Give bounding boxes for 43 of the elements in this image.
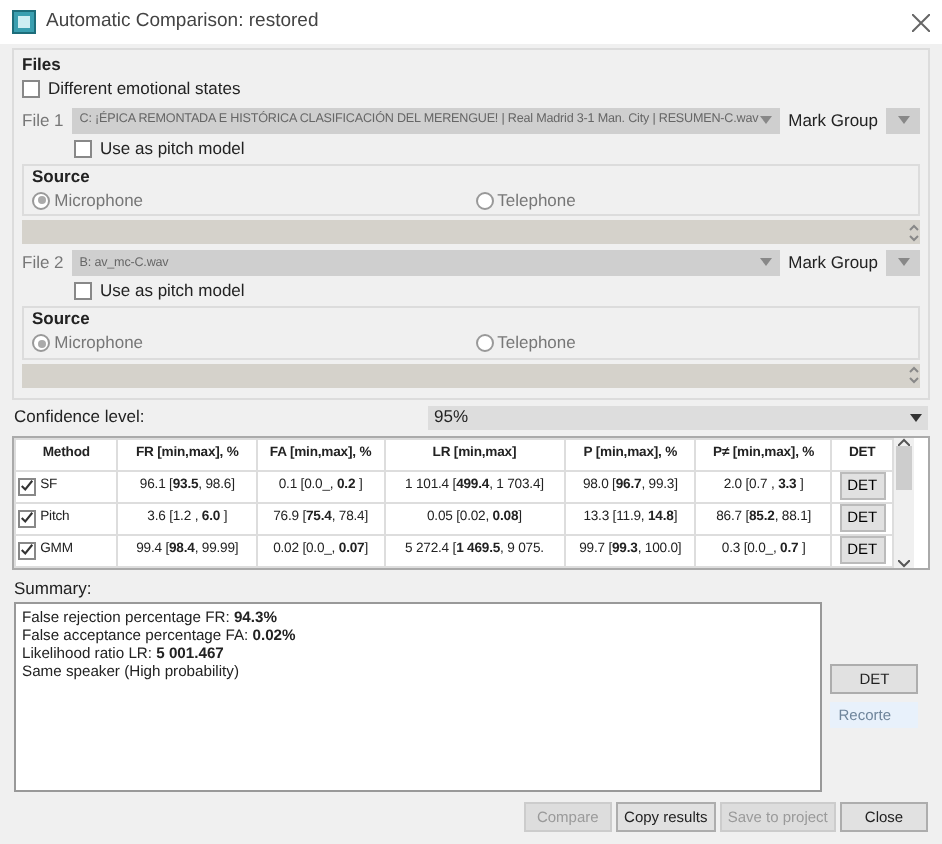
mark-group-dropdown[interactable] bbox=[886, 249, 920, 276]
radio-label: Telephone bbox=[497, 332, 576, 354]
app-icon bbox=[12, 10, 36, 34]
group-title: Source bbox=[32, 166, 92, 187]
caret-icon bbox=[760, 116, 773, 125]
checkbox-label: Use as pitch model bbox=[100, 138, 245, 159]
field-label: Mark Group bbox=[788, 110, 878, 131]
group-title: Source bbox=[32, 308, 92, 330]
radio-label: Telephone bbox=[497, 190, 576, 211]
section-label: Summary: bbox=[14, 577, 94, 598]
checkbox[interactable] bbox=[18, 541, 36, 560]
radio-button[interactable] bbox=[475, 191, 493, 210]
scroll-up-icon[interactable] bbox=[898, 437, 910, 446]
dropdown-value: 95% bbox=[434, 406, 469, 428]
caret-icon bbox=[910, 413, 922, 422]
window-title: Automatic Comparison: restored bbox=[46, 10, 319, 34]
radio-label: Microphone bbox=[54, 332, 144, 354]
checkbox[interactable] bbox=[18, 477, 36, 496]
field-label: Mark Group bbox=[788, 252, 878, 273]
radio-button[interactable] bbox=[32, 191, 50, 210]
radio-button[interactable] bbox=[32, 334, 50, 353]
radio-label: Microphone bbox=[54, 190, 144, 211]
caret-icon bbox=[897, 116, 909, 125]
group-title: Files bbox=[22, 54, 63, 75]
confidence-dropdown[interactable]: 95% bbox=[428, 405, 928, 430]
field-label: File 2 bbox=[22, 252, 64, 273]
scroll-down-icon[interactable] bbox=[898, 559, 910, 568]
field-label: File 1 bbox=[22, 110, 64, 131]
close-icon[interactable] bbox=[912, 13, 930, 31]
scrollbar[interactable] bbox=[894, 437, 914, 568]
mark-group-dropdown[interactable] bbox=[886, 107, 920, 134]
caret-icon bbox=[897, 258, 909, 267]
caret-icon bbox=[760, 258, 773, 267]
checkbox[interactable] bbox=[74, 281, 92, 300]
radio-button[interactable] bbox=[475, 334, 493, 353]
spinner-icon bbox=[908, 223, 920, 242]
checkbox-label: Use as pitch model bbox=[100, 280, 245, 301]
checkbox[interactable] bbox=[18, 509, 36, 528]
checkbox-label: Different emotional states bbox=[48, 78, 241, 99]
checkbox[interactable] bbox=[74, 139, 92, 158]
checkbox[interactable] bbox=[22, 79, 40, 98]
field-label: Confidence level: bbox=[14, 406, 145, 428]
spinner-icon bbox=[908, 366, 920, 385]
